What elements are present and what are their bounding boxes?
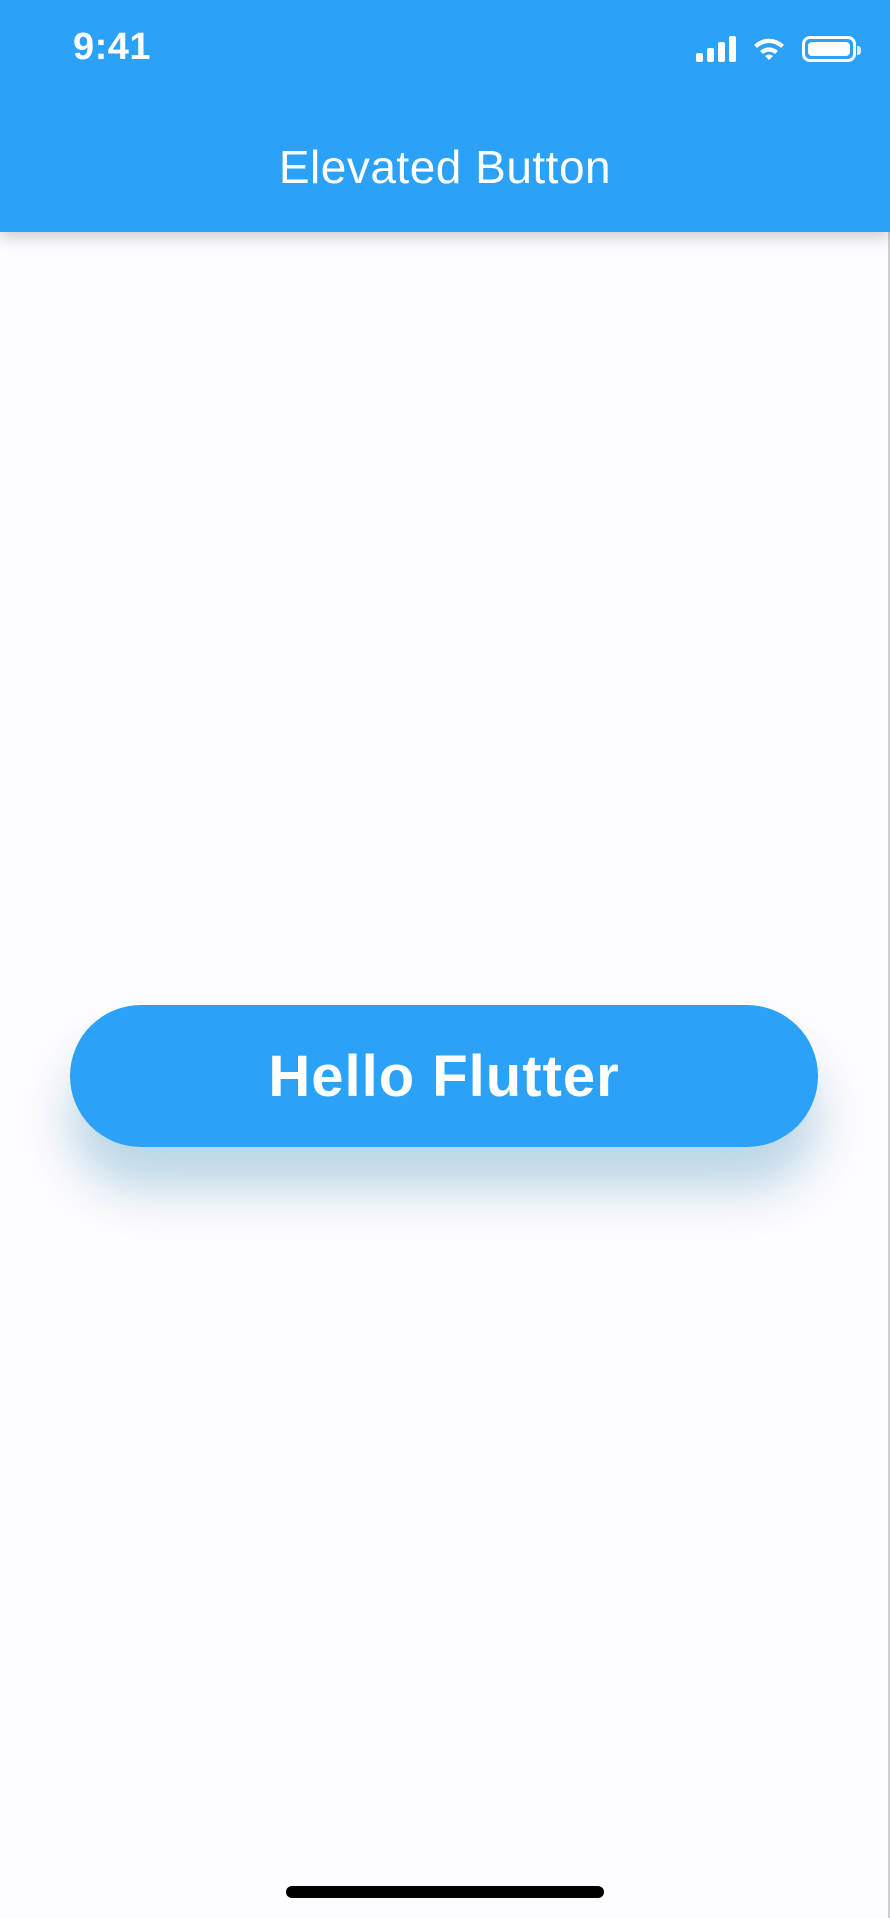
cellular-signal-icon bbox=[696, 36, 736, 62]
status-time: 9:41 bbox=[73, 26, 152, 68]
app-bar: 9:41 Elevated Button bbox=[0, 0, 890, 232]
home-indicator[interactable] bbox=[286, 1886, 604, 1898]
elevated-button-container: Hello Flutter bbox=[70, 1005, 818, 1147]
wifi-icon bbox=[754, 38, 784, 60]
hello-flutter-button[interactable]: Hello Flutter bbox=[70, 1005, 818, 1147]
status-icons bbox=[696, 34, 861, 64]
battery-icon bbox=[802, 36, 861, 62]
phone-screen: 9:41 Elevated Button Hello Flutter bbox=[0, 0, 890, 1918]
page-title: Elevated Button bbox=[278, 141, 612, 193]
